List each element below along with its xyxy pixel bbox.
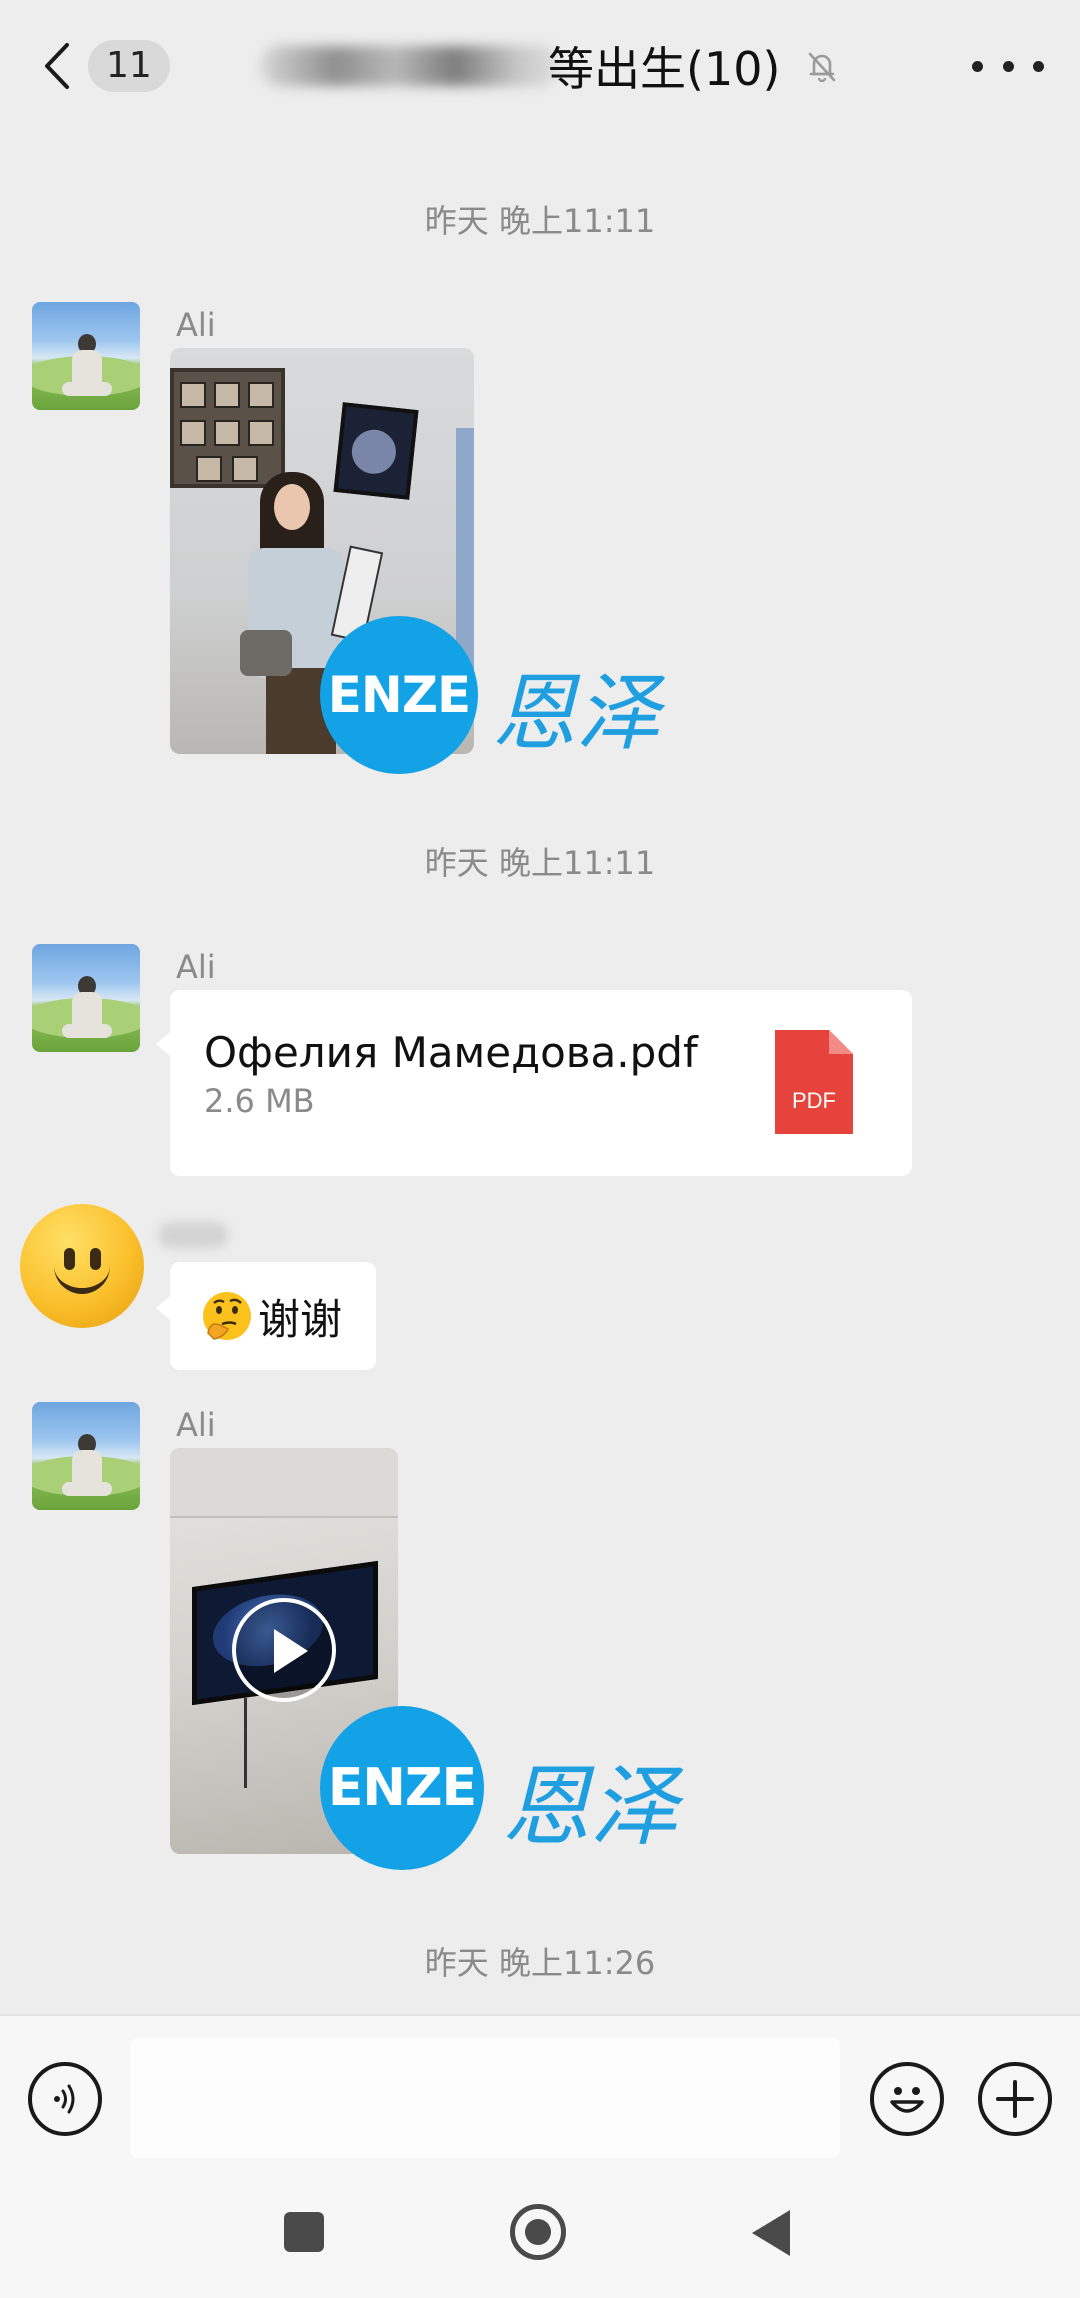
sender-name: Ali xyxy=(176,306,216,344)
recent-apps-button[interactable] xyxy=(284,2212,324,2252)
photo-content xyxy=(266,668,336,754)
more-actions-button[interactable] xyxy=(978,2062,1052,2136)
voice-input-button[interactable] xyxy=(28,2062,102,2136)
photo-content xyxy=(170,368,285,488)
home-button[interactable] xyxy=(510,2204,566,2260)
chat-header: 11 等出生(10) xyxy=(0,0,1080,132)
plus-icon xyxy=(996,2080,1034,2118)
avatar-scene xyxy=(62,382,112,396)
bubble-tail xyxy=(156,1032,170,1056)
message-input[interactable] xyxy=(130,2038,840,2158)
photo-content xyxy=(232,456,258,482)
photo-content xyxy=(180,420,206,446)
file-size: 2.6 MB xyxy=(204,1082,315,1120)
back-button[interactable] xyxy=(36,34,76,98)
bell-off-icon xyxy=(809,52,836,83)
chevron-left-icon xyxy=(45,43,69,89)
avatar-ali[interactable] xyxy=(32,1402,140,1510)
redacted-sender-name xyxy=(158,1222,228,1248)
chat-title-text: 等出生(10) xyxy=(548,42,781,96)
unread-count-badge[interactable]: 11 xyxy=(88,40,170,92)
nav-back-button[interactable] xyxy=(752,2210,790,2256)
message-timestamp: 昨天 晚上11:26 xyxy=(424,1944,656,1982)
photo-content xyxy=(274,484,310,530)
system-nav-bar xyxy=(0,2174,1080,2298)
message-timestamp: 昨天 晚上11:11 xyxy=(424,202,656,240)
photo-content xyxy=(456,428,474,688)
avatar-ali[interactable] xyxy=(32,302,140,410)
bubble-tail xyxy=(156,1296,170,1320)
photo-content xyxy=(248,420,274,446)
chat-input-bar xyxy=(0,2014,1080,2174)
photo-content xyxy=(333,402,419,500)
more-dot xyxy=(972,60,983,72)
message-text: 谢谢 xyxy=(258,1294,343,1344)
more-options-button[interactable] xyxy=(972,44,1044,88)
avatar-smiley[interactable] xyxy=(20,1204,144,1328)
photo-content xyxy=(196,456,222,482)
file-name: Офелия Мамедова.pdf xyxy=(204,1028,698,1077)
watermark-cn: 恩泽 xyxy=(502,1755,679,1858)
smile-icon xyxy=(890,2087,924,2113)
video-thumbnail xyxy=(170,1448,398,1518)
sender-name: Ali xyxy=(176,948,216,986)
avatar-ali[interactable] xyxy=(32,944,140,1052)
voice-icon xyxy=(54,2084,75,2114)
pdf-label: PDF xyxy=(792,1088,836,1113)
photo-content xyxy=(214,420,240,446)
avatar-scene xyxy=(62,1024,112,1038)
photo-content xyxy=(180,382,206,408)
more-dot xyxy=(1033,60,1044,72)
avatar-scene xyxy=(62,1482,112,1496)
photo-content xyxy=(349,427,399,476)
thinking-face-icon xyxy=(203,1292,251,1340)
message-timestamp: 昨天 晚上11:11 xyxy=(424,844,656,882)
file-message[interactable]: Офелия Мамедова.pdf 2.6 MB PDF xyxy=(156,990,912,1176)
image-message[interactable] xyxy=(170,348,474,754)
photo-content xyxy=(240,630,292,676)
more-dot xyxy=(1002,60,1014,72)
video-message[interactable] xyxy=(170,1448,398,1854)
play-icon[interactable] xyxy=(232,1598,336,1702)
avatar-face xyxy=(54,1266,110,1294)
redacted-title-part xyxy=(260,46,560,86)
emoji-button[interactable] xyxy=(870,2062,944,2136)
chat-title[interactable]: 等出生(10) xyxy=(260,30,842,102)
photo-content xyxy=(214,382,240,408)
text-message[interactable]: 谢谢 xyxy=(156,1262,377,1370)
video-thumbnail xyxy=(244,1698,247,1788)
watermark-cn: 恩泽 xyxy=(492,664,661,762)
photo-content xyxy=(248,382,274,408)
pdf-file-icon xyxy=(775,1030,853,1134)
sender-name: Ali xyxy=(176,1406,216,1444)
